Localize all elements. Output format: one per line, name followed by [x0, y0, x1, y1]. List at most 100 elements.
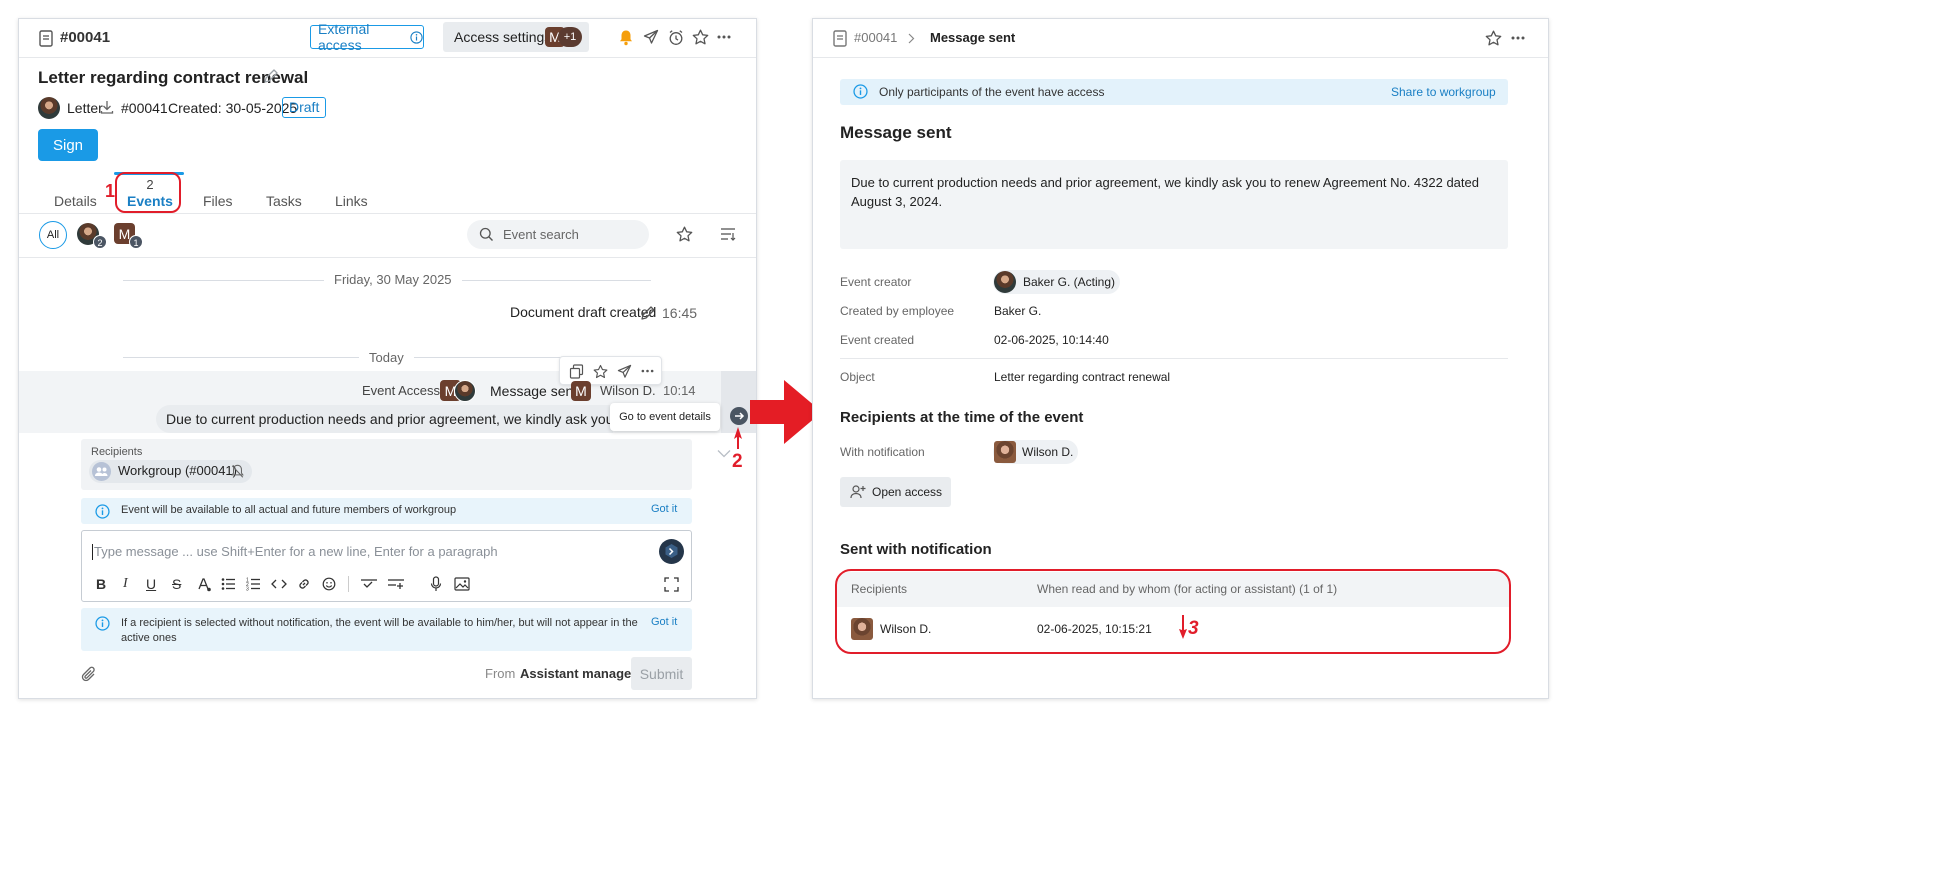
tab-links[interactable]: Links — [335, 193, 368, 209]
more-icon[interactable] — [717, 35, 731, 39]
notification-info-text: If a recipient is selected without notif… — [121, 617, 638, 644]
event-access-avatar-person — [454, 380, 476, 402]
created-date: Created: 30-05-2025 — [168, 100, 298, 116]
message-preview-text: Due to current production needs and prio… — [166, 411, 613, 427]
link-icon[interactable] — [297, 577, 311, 591]
tab-files[interactable]: Files — [203, 193, 233, 209]
image-icon[interactable] — [454, 577, 470, 591]
creator-avatar — [994, 271, 1016, 293]
filter-all-button[interactable]: All — [39, 221, 67, 249]
microphone-icon[interactable] — [430, 576, 442, 592]
info-icon — [95, 504, 110, 519]
info-icon — [853, 84, 868, 99]
bullet-list-icon[interactable] — [221, 577, 236, 591]
sort-filter-icon[interactable] — [720, 227, 736, 241]
annotation-box-events — [115, 172, 181, 213]
numbered-list-icon[interactable]: 123 — [246, 577, 261, 591]
sent-with-notification-heading: Sent with notification — [840, 541, 992, 558]
workgroup-icon — [92, 462, 111, 481]
emoji-icon[interactable] — [322, 577, 336, 591]
workgroup-chip[interactable]: Workgroup (#00041) — [89, 460, 252, 483]
draft-created-time: 16:45 — [662, 305, 698, 321]
message-editor[interactable]: Type message ... use Shift+Enter for a n… — [81, 530, 692, 602]
strikethrough-icon[interactable]: S — [172, 576, 181, 592]
arrow-right-icon — [735, 412, 745, 420]
annotation-arrow-2 — [730, 425, 746, 451]
header-divider — [813, 57, 1548, 58]
created-by-employee-value: Baker G. — [994, 304, 1042, 318]
event-search-input[interactable]: Event search — [467, 220, 649, 249]
ai-assistant-icon[interactable] — [659, 539, 684, 564]
access-settings-button[interactable]: Access settings M +1 — [443, 22, 589, 52]
tab-details[interactable]: Details — [54, 193, 97, 209]
attachment-icon[interactable] — [81, 666, 97, 683]
copy-icon[interactable] — [569, 364, 584, 379]
date-separator-1: Friday, 30 May 2025 — [324, 272, 462, 287]
object-value[interactable]: Letter regarding contract renewal — [994, 370, 1170, 384]
star-icon[interactable] — [1485, 30, 1502, 46]
bell-icon[interactable] — [618, 29, 634, 46]
wilson-avatar — [994, 441, 1016, 463]
toolbar-divider — [348, 576, 349, 592]
event-more-icon[interactable] — [641, 369, 654, 373]
event-time: 10:14 — [663, 383, 696, 398]
notification-off-icon[interactable] — [230, 464, 245, 479]
status-badge: Draft — [282, 97, 327, 118]
send-icon[interactable] — [643, 29, 659, 45]
annotation-box-table — [835, 569, 1511, 654]
search-icon — [479, 227, 494, 242]
star-icon[interactable] — [692, 29, 709, 45]
download-icon[interactable] — [99, 99, 115, 115]
message-body-box: Due to current production needs and prio… — [840, 160, 1508, 249]
tab-tasks[interactable]: Tasks — [266, 193, 302, 209]
open-access-button[interactable]: Open access — [840, 477, 951, 507]
forward-icon[interactable] — [617, 364, 632, 379]
sign-button[interactable]: Sign — [38, 129, 98, 161]
text-color-icon[interactable] — [197, 577, 211, 592]
with-notification-chip[interactable]: Wilson D. — [993, 440, 1078, 464]
got-it-button-1[interactable]: Got it — [651, 503, 677, 515]
code-icon[interactable] — [271, 578, 287, 590]
format-wrap-icon[interactable] — [360, 577, 378, 591]
breadcrumb-document[interactable]: #00041 — [854, 30, 897, 45]
edit-pencil-icon[interactable] — [263, 68, 279, 84]
italic-icon[interactable]: I — [123, 576, 128, 592]
add-user-icon — [850, 484, 866, 499]
annotation-number-2: 2 — [732, 451, 743, 472]
submit-button[interactable]: Submit — [631, 657, 692, 690]
recipients-heading: Recipients at the time of the event — [840, 409, 1084, 426]
tabs-divider — [19, 213, 756, 214]
fullscreen-icon[interactable] — [664, 577, 679, 592]
favorites-filter-icon[interactable] — [676, 226, 693, 242]
message-preview-bubble[interactable]: Due to current production needs and prio… — [156, 405, 613, 433]
document-icon — [833, 30, 847, 47]
object-label: Object — [840, 370, 875, 384]
event-creator-chip[interactable]: Baker G. (Acting) — [993, 270, 1120, 294]
go-to-event-button[interactable] — [730, 407, 748, 425]
more-icon[interactable] — [1511, 36, 1525, 40]
annotation-number-3: 3 — [1188, 618, 1199, 639]
event-creator-value: Baker G. (Acting) — [1023, 275, 1116, 289]
from-label: From — [485, 666, 516, 681]
breadcrumb-chevron-icon — [908, 33, 915, 44]
got-it-button-2[interactable]: Got it — [651, 616, 677, 628]
pencil-icon — [640, 305, 656, 321]
alarm-clock-icon[interactable] — [668, 29, 684, 46]
message-body-text: Due to current production needs and prio… — [851, 175, 1479, 209]
header-divider — [19, 57, 756, 58]
favorite-event-icon[interactable] — [593, 364, 608, 379]
recipients-label: Recipients — [91, 446, 143, 458]
share-to-workgroup-link[interactable]: Share to workgroup — [1391, 85, 1496, 99]
from-value[interactable]: Assistant manager — [520, 666, 636, 681]
format-add-icon[interactable] — [387, 577, 405, 591]
collapse-chevron-icon[interactable] — [717, 449, 731, 458]
underline-icon[interactable]: U — [146, 576, 156, 592]
event-created-label: Event created — [840, 333, 915, 347]
bold-icon[interactable]: B — [96, 576, 106, 592]
external-access-button[interactable]: External access — [310, 21, 424, 53]
event-creator-label: Event creator — [840, 275, 912, 289]
info-icon — [410, 30, 423, 44]
go-to-event-tooltip: Go to event details — [610, 403, 720, 431]
access-info-banner: Only participants of the event have acce… — [840, 79, 1508, 105]
annotation-number-1: 1 — [105, 181, 116, 201]
